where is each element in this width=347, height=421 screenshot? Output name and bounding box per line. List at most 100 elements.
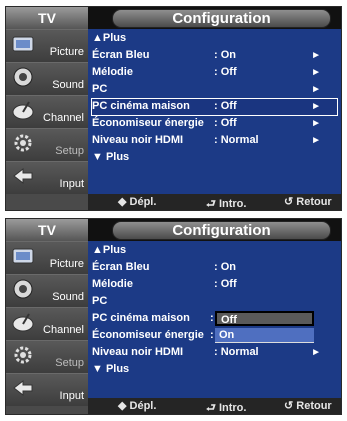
- sidebar-item-label: Picture: [49, 258, 84, 270]
- chevron-right-icon: ►: [311, 135, 321, 146]
- sidebar-item-channel[interactable]: Channel: [6, 95, 88, 128]
- menu-item-more-down[interactable]: ▼ Plus: [92, 150, 337, 166]
- menu-item-pc[interactable]: PC: [92, 294, 337, 310]
- sidebar-item-label: Channel: [43, 112, 84, 124]
- sidebar-item-label: Channel: [43, 324, 84, 336]
- menu-item-label: ▲Plus: [92, 32, 127, 44]
- sidebar-item-label: Sound: [52, 79, 84, 91]
- settings-main: Configuration ▲Plus Écran Bleu : On Mélo…: [88, 219, 341, 414]
- menu-item-value: : Off: [214, 66, 237, 78]
- picture-icon: [12, 248, 34, 264]
- menu-item-value: : Normal: [214, 346, 259, 358]
- menu-item-pc[interactable]: PC ►: [92, 82, 337, 98]
- menu-item-more-down[interactable]: ▼ Plus: [92, 362, 337, 378]
- chevron-right-icon: ►: [311, 101, 321, 112]
- chevron-right-icon: ►: [311, 67, 321, 78]
- sidebar-item-input[interactable]: Input: [6, 373, 88, 406]
- enter-hint: ⮐ Intro.: [206, 402, 247, 414]
- menu-item-label: ▼ Plus: [92, 151, 130, 163]
- return-hint: ↺ Retour: [284, 400, 332, 412]
- sidebar-item-channel[interactable]: Channel: [6, 307, 88, 340]
- page-title: Configuration: [112, 9, 331, 28]
- menu-item-value: : Normal: [214, 134, 259, 146]
- menu-item-label: Niveau noir HDMI: [92, 346, 184, 358]
- menu-item-label: ▼ Plus: [92, 363, 130, 375]
- sidebar-header: TV: [6, 219, 88, 242]
- menu-item-more-up[interactable]: ▲Plus: [92, 243, 337, 259]
- input-icon: [13, 379, 33, 397]
- button-guide-bar: ◆ Dépl. ⮐ Intro. ↺ Retour: [88, 398, 341, 414]
- menu-item-hdmi-black-level[interactable]: Niveau noir HDMI : Normal ►: [92, 345, 337, 361]
- input-icon: [13, 167, 33, 185]
- sidebar-item-label: Setup: [55, 145, 84, 157]
- menu-item-value: : Off: [214, 278, 237, 290]
- move-hint: ◆ Dépl.: [118, 196, 157, 208]
- dropdown-option-on[interactable]: On: [215, 328, 314, 343]
- sidebar-item-label: Input: [59, 178, 84, 190]
- sidebar-item-setup[interactable]: Setup: [6, 340, 88, 373]
- menu-item-melody[interactable]: Mélodie : Off ►: [92, 65, 337, 81]
- return-hint: ↺ Retour: [284, 196, 332, 208]
- chevron-right-icon: ►: [311, 347, 321, 358]
- setup-icon: [14, 346, 32, 364]
- sidebar-item-label: Sound: [52, 291, 84, 303]
- menu-item-label: Niveau noir HDMI: [92, 134, 184, 146]
- menu-item-label: Économiseur énergie: [92, 117, 204, 129]
- menu-item-blue-screen[interactable]: Écran Bleu : On: [92, 260, 337, 276]
- osd-panel-top: TV Picture Sound Channel Setup Input Con…: [5, 6, 342, 211]
- dropdown-option-off[interactable]: Off: [215, 311, 314, 326]
- sidebar-item-label: Setup: [55, 357, 84, 369]
- settings-main: Configuration ▲Plus Écran Bleu : On ► Mé…: [88, 7, 341, 210]
- menu-item-label: PC: [92, 83, 108, 95]
- menu-item-label: PC cinéma maison: [92, 100, 190, 112]
- category-sidebar: TV Picture Sound Channel Setup Input: [6, 7, 88, 210]
- title-bar: Configuration: [88, 7, 341, 29]
- pc-home-theater-dropdown[interactable]: Off On: [215, 311, 314, 345]
- chevron-right-icon: ►: [311, 118, 321, 129]
- page-title: Configuration: [112, 221, 331, 240]
- menu-item-melody[interactable]: Mélodie : Off: [92, 277, 337, 293]
- sound-icon: [13, 67, 33, 87]
- sidebar-item-label: Input: [59, 390, 84, 402]
- sidebar-item-picture[interactable]: Picture: [6, 29, 88, 62]
- sidebar-item-sound[interactable]: Sound: [6, 274, 88, 307]
- enter-hint: ⮐ Intro.: [206, 198, 247, 210]
- menu-item-value: :: [210, 312, 214, 324]
- menu-item-label: Mélodie: [92, 278, 133, 290]
- menu-item-label: Écran Bleu: [92, 261, 150, 273]
- menu-item-label: PC cinéma maison: [92, 312, 190, 324]
- menu-item-more-up[interactable]: ▲Plus: [92, 31, 337, 47]
- move-hint: ◆ Dépl.: [118, 400, 157, 412]
- button-guide-bar: ◆ Dépl. ⮐ Intro. ↺ Retour: [88, 194, 341, 210]
- channel-icon: [12, 313, 34, 332]
- sound-icon: [13, 279, 33, 299]
- menu-item-value: : On: [214, 261, 236, 273]
- channel-icon: [12, 101, 34, 120]
- menu-item-pc-home-theater[interactable]: PC cinéma maison : Off ►: [91, 98, 338, 116]
- sidebar-item-input[interactable]: Input: [6, 161, 88, 194]
- menu-item-value: : Off: [214, 117, 237, 129]
- menu-item-value: : Off: [214, 100, 237, 112]
- menu-item-label: PC: [92, 295, 108, 307]
- menu-item-label: Économiseur énergie: [92, 329, 204, 341]
- sidebar-header: TV: [6, 7, 88, 30]
- menu-item-hdmi-black-level[interactable]: Niveau noir HDMI : Normal ►: [92, 133, 337, 149]
- sidebar-item-picture[interactable]: Picture: [6, 241, 88, 274]
- sidebar-item-sound[interactable]: Sound: [6, 62, 88, 95]
- chevron-right-icon: ►: [311, 84, 321, 95]
- category-sidebar: TV Picture Sound Channel Setup Input: [6, 219, 88, 414]
- osd-panel-bottom: TV Picture Sound Channel Setup Input Con…: [5, 218, 342, 415]
- menu-item-blue-screen[interactable]: Écran Bleu : On ►: [92, 48, 337, 64]
- picture-icon: [12, 36, 34, 52]
- chevron-right-icon: ►: [311, 50, 321, 61]
- setup-icon: [14, 134, 32, 152]
- menu-item-energy-saving[interactable]: Économiseur énergie : Off ►: [92, 116, 337, 132]
- sidebar-item-setup[interactable]: Setup: [6, 128, 88, 161]
- menu-item-value: :: [210, 329, 214, 341]
- title-bar: Configuration: [88, 219, 341, 241]
- menu-item-value: : On: [214, 49, 236, 61]
- menu-item-label: ▲Plus: [92, 244, 127, 256]
- menu-item-label: Mélodie: [92, 66, 133, 78]
- sidebar-item-label: Picture: [49, 46, 84, 58]
- menu-item-label: Écran Bleu: [92, 49, 150, 61]
